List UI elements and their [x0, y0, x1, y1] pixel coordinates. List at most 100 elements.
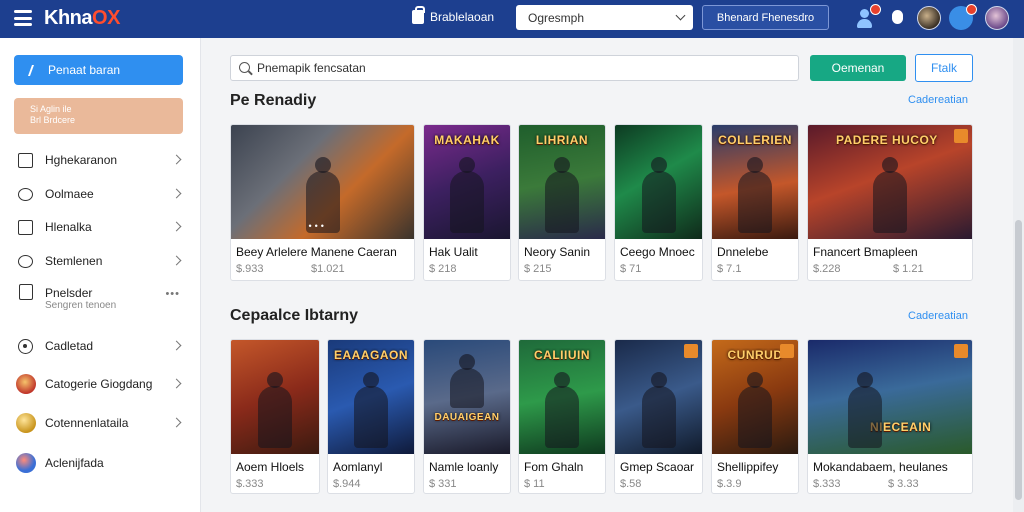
- game-card[interactable]: MAKAHAK Hak Ualit $ 218: [423, 124, 511, 281]
- game-price: $ 11: [524, 478, 545, 490]
- game-title: Beey Arlelere Manene Caeran: [236, 245, 397, 259]
- profile-avatar[interactable]: [985, 6, 1009, 30]
- game-title: Neory Sanin: [524, 245, 591, 259]
- sidebar-item-label: Cotennenlataila: [45, 416, 129, 430]
- category-select[interactable]: Ogresmph: [516, 5, 693, 30]
- app-logo[interactable]: KhnaOX: [44, 7, 120, 30]
- game-title: Ceego Mnoec: [620, 245, 695, 259]
- secondary-action-button[interactable]: Ftalk: [915, 54, 973, 82]
- more-icon[interactable]: •••: [165, 288, 180, 300]
- section-view-all-link[interactable]: Cadereatian: [908, 94, 968, 106]
- avatar-icon: [16, 374, 36, 394]
- character-figure: [848, 372, 883, 448]
- notification-badge: [870, 4, 881, 15]
- game-card[interactable]: COLLERIEN Dnnelebe $ 7.1: [711, 124, 799, 281]
- game-cover-image: •••: [231, 125, 414, 239]
- topbar-action-button[interactable]: Bhenard Fhenesdro: [702, 5, 829, 30]
- game-card[interactable]: PADERE HUCOY Fnancert Bmapleen $.228 $ 1…: [807, 124, 973, 281]
- sidebar-item-7[interactable]: Catogerie Giogdang: [0, 370, 200, 398]
- game-price: $ 71: [620, 263, 642, 275]
- game-card[interactable]: CUNRUD Shellippifey $.3.9: [711, 339, 799, 494]
- square-icon: [18, 220, 33, 235]
- globe-icon: [16, 453, 36, 473]
- sidebar-item-label: Catogerie Giogdang: [45, 377, 153, 391]
- game-cover-image: NIECEAIN: [808, 340, 972, 454]
- sidebar-item-5[interactable]: Pnelsder Sengren tenoen •••: [0, 280, 200, 314]
- game-price: $.3.9: [717, 478, 742, 490]
- sidebar-item-label: Hghekaranon: [45, 153, 118, 167]
- wishlist-icon[interactable]: [780, 344, 794, 358]
- logo-tail: X: [107, 7, 120, 29]
- game-price-secondary: $1.021: [311, 263, 345, 275]
- primary-action-button[interactable]: Oemenan: [810, 55, 906, 81]
- game-card[interactable]: LIHRIAN Neory Sanin $ 215: [518, 124, 606, 281]
- chevron-right-icon: [171, 154, 182, 165]
- category-select-value: Ogresmph: [528, 10, 585, 25]
- game-title: Dnnelebe: [717, 245, 769, 259]
- game-card[interactable]: Ceego Mnoec $ 71: [614, 124, 703, 281]
- sidebar-primary-button[interactable]: Penaat baran: [14, 55, 183, 85]
- sidebar-item-2[interactable]: Oolmaee: [0, 180, 200, 208]
- game-card[interactable]: NIECEAIN Mokandabaem, heulanes $.333 $ 3…: [807, 339, 973, 494]
- game-card[interactable]: CALIIUIN Fom Ghaln $ 11: [518, 339, 606, 494]
- cover-title-text: COLLERIEN: [718, 133, 792, 147]
- avatar[interactable]: [917, 6, 941, 30]
- sidebar-item-3[interactable]: Hlenalka: [0, 213, 200, 241]
- search-icon: [239, 62, 250, 73]
- store-link[interactable]: Brablelaoan: [412, 6, 494, 24]
- chat-bubble-icon: [18, 188, 33, 201]
- game-price: $.58: [620, 478, 642, 490]
- sidebar-item-6[interactable]: Cadletad: [0, 332, 200, 360]
- wishlist-icon[interactable]: [954, 344, 968, 358]
- section-title: Cepaalce Ibtarny: [230, 307, 359, 324]
- game-cover-image: CUNRUD: [712, 340, 798, 454]
- game-card[interactable]: Aoem Hloels $.333: [230, 339, 320, 494]
- carousel-dots: •••: [308, 221, 327, 231]
- globe-icon[interactable]: [949, 4, 977, 30]
- scrollbar[interactable]: [1013, 38, 1024, 512]
- game-cover-image: [231, 340, 319, 454]
- sidebar-item-8[interactable]: Cotennenlataila: [0, 409, 200, 437]
- cover-title-text: PADERE HUCOY: [836, 133, 938, 147]
- sidebar-item-label: Stemlenen: [45, 254, 103, 268]
- character-figure: [873, 157, 907, 233]
- character-figure: [258, 372, 292, 448]
- microphone-icon[interactable]: [886, 6, 910, 30]
- game-card[interactable]: EAAAGAON Aomlanyl $.944: [327, 339, 415, 494]
- wishlist-icon[interactable]: [954, 129, 968, 143]
- coin-icon: [16, 413, 36, 433]
- sidebar-item-label: Aclenijfada: [45, 456, 104, 470]
- cover-title-text: NIECEAIN: [870, 420, 932, 434]
- game-card[interactable]: DAUAIGEAN Namle loanly $ 331: [423, 339, 511, 494]
- cover-title-text: MAKAHAK: [434, 133, 500, 147]
- sidebar-item-1[interactable]: Hghekaranon: [0, 146, 200, 174]
- game-title: Mokandabaem, heulanes: [813, 460, 948, 474]
- character-figure: [641, 157, 676, 233]
- hamburger-menu-icon[interactable]: [14, 10, 32, 26]
- sidebar-item-label: Hlenalka: [45, 220, 92, 234]
- friends-icon[interactable]: [853, 4, 881, 30]
- section-view-all-link[interactable]: Cadereatian: [908, 310, 968, 322]
- game-title: Shellippifey: [717, 460, 779, 474]
- game-price: $.933: [236, 263, 264, 275]
- promo-banner[interactable]: Si Aglin ile Brl Brdcere: [14, 98, 183, 134]
- wishlist-icon[interactable]: [684, 344, 698, 358]
- sidebar-item-4[interactable]: Stemlenen: [0, 247, 200, 275]
- cover-title-text: DAUAIGEAN: [434, 412, 500, 423]
- game-card[interactable]: Gmep Scaoar $.58: [614, 339, 703, 494]
- search-input[interactable]: Pnemapik fencsatan: [230, 55, 799, 81]
- scrollbar-thumb[interactable]: [1015, 220, 1022, 500]
- game-title: Hak Ualit: [429, 245, 478, 259]
- sidebar-item-9[interactable]: Aclenijfada: [0, 449, 200, 477]
- game-title: Namle loanly: [429, 460, 499, 474]
- game-card[interactable]: ••• Beey Arlelere Manene Caeran $.933 $1…: [230, 124, 415, 281]
- game-price: $ 218: [429, 263, 457, 275]
- game-price: $ 215: [524, 263, 552, 275]
- game-cover-image: CALIIUIN: [519, 340, 605, 454]
- game-title: Fom Ghaln: [524, 460, 584, 474]
- sidebar: Penaat baran Si Aglin ile Brl Brdcere Hg…: [0, 38, 201, 512]
- game-cover-image: PADERE HUCOY: [808, 125, 972, 239]
- character-figure: [450, 354, 484, 408]
- pencil-icon: [27, 64, 41, 76]
- game-cover-image: EAAAGAON: [328, 340, 414, 454]
